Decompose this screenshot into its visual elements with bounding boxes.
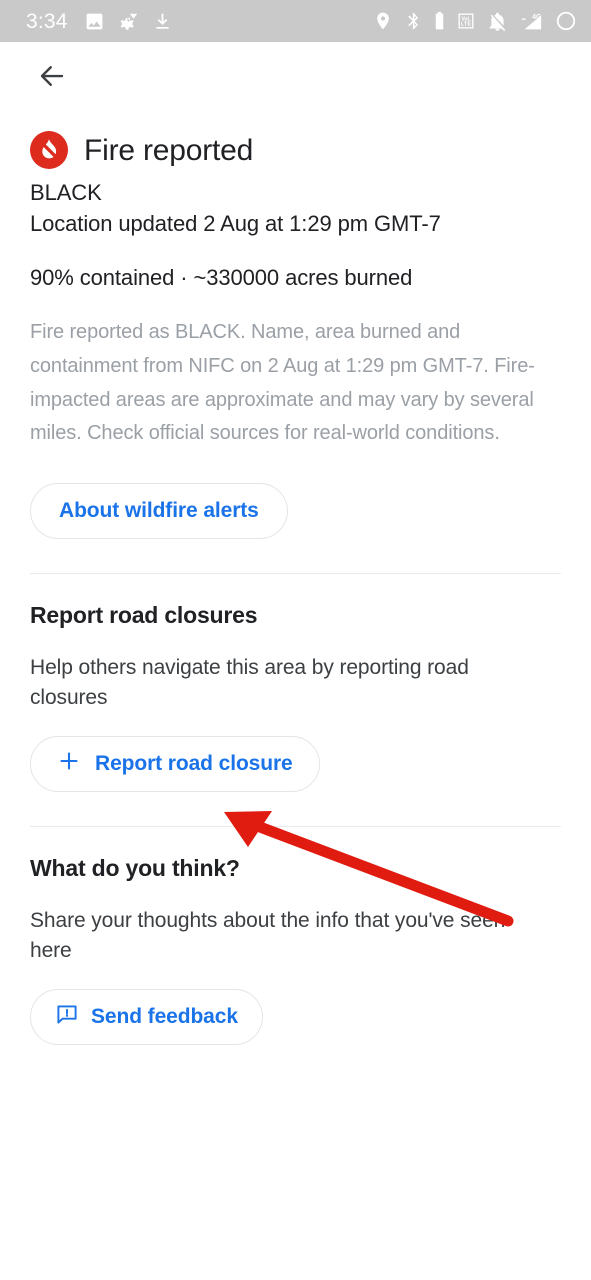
alert-description: Fire reported as BLACK. Name, area burne… (30, 321, 535, 445)
signal-4g-icon: 4G (519, 11, 544, 32)
location-pin-icon (373, 11, 393, 31)
bluetooth-icon (404, 11, 423, 31)
feedback-body: Share your thoughts about the info that … (30, 908, 506, 963)
plus-icon (57, 749, 81, 779)
download-icon (152, 11, 173, 32)
gear-wifi-icon (118, 11, 139, 32)
svg-text:LTE: LTE (461, 22, 471, 28)
page-title: Fire reported (84, 133, 254, 167)
fire-alert-icon (30, 131, 68, 169)
report-road-closure-button[interactable]: Report road closure (30, 735, 320, 792)
navigation-bar (0, 42, 591, 114)
road-closures-section: Report road closures Help others navigat… (30, 574, 561, 826)
main-content: Fire reported BLACK Location updated 2 A… (0, 131, 591, 1045)
battery-vertical-icon (434, 11, 445, 31)
svg-text:4G: 4G (532, 14, 542, 21)
feedback-heading: What do you think? (30, 854, 240, 881)
status-bar-right: VoL LTE 4G (373, 10, 577, 32)
about-wildfire-alerts-label: About wildfire alerts (59, 498, 259, 522)
feedback-bubble-icon (55, 1002, 79, 1032)
notifications-muted-icon (487, 11, 508, 32)
send-feedback-button[interactable]: Send feedback (30, 988, 263, 1045)
containment-stats: 90% contained · ~330000 acres burned (30, 265, 413, 291)
about-wildfire-alerts-button[interactable]: About wildfire alerts (30, 482, 288, 539)
image-icon (84, 11, 105, 32)
status-bar: 3:34 VoL LTE 4G (0, 0, 591, 42)
fire-alert-section: Fire reported BLACK Location updated 2 A… (30, 131, 561, 573)
location-updated: Location updated 2 Aug at 1:29 pm GMT-7 (30, 211, 441, 237)
volte-icon: VoL LTE (456, 11, 476, 31)
fire-name: BLACK (30, 180, 102, 205)
report-road-closure-label: Report road closure (95, 751, 293, 775)
feedback-section: What do you think? Share your thoughts a… (30, 827, 561, 1045)
battery-ring-icon (555, 10, 577, 32)
road-closures-body: Help others navigate this area by report… (30, 655, 469, 710)
status-clock: 3:34 (26, 9, 68, 33)
send-feedback-label: Send feedback (91, 1004, 238, 1028)
status-bar-left: 3:34 (26, 11, 173, 32)
arrow-back-icon (37, 61, 67, 96)
road-closures-heading: Report road closures (30, 601, 258, 628)
back-button[interactable] (30, 56, 74, 100)
alert-title-row: Fire reported (30, 131, 561, 169)
